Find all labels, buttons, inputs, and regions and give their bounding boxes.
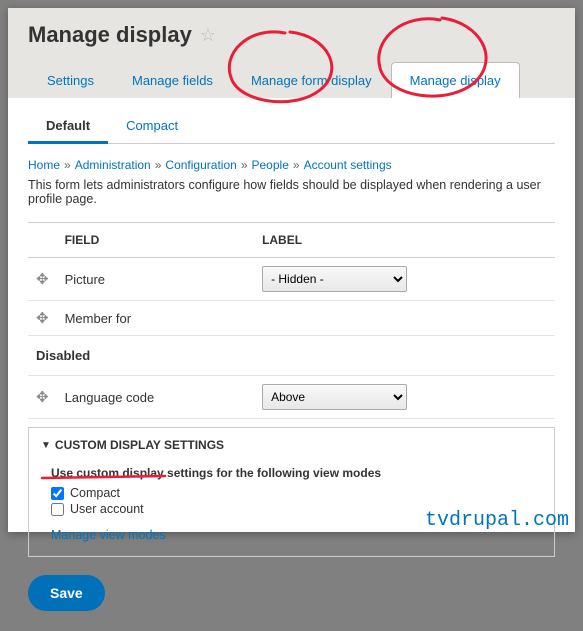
subtab-compact[interactable]: Compact [108, 110, 196, 143]
custom-label: Use custom display settings for the foll… [51, 466, 532, 480]
breadcrumb-people[interactable]: People [252, 158, 289, 172]
content: Default Compact Home»Administration»Conf… [8, 98, 575, 631]
breadcrumb-account[interactable]: Account settings [304, 158, 392, 172]
disabled-section: Disabled [28, 336, 555, 376]
label-select-language[interactable]: Above [262, 384, 407, 410]
checkbox-compact[interactable]: Compact [51, 486, 532, 500]
table-row: ✥ Language code Above [28, 376, 555, 419]
breadcrumb-admin[interactable]: Administration [75, 158, 151, 172]
page-title: Manage display [28, 22, 192, 48]
save-button[interactable]: Save [28, 575, 105, 611]
tab-manage-display[interactable]: Manage display [391, 62, 520, 98]
breadcrumb-config[interactable]: Configuration [165, 158, 236, 172]
header: Manage display ☆ Settings Manage fields … [8, 8, 575, 98]
th-label: LABEL [254, 223, 555, 258]
field-name: Picture [57, 258, 254, 301]
tab-manage-fields[interactable]: Manage fields [113, 62, 232, 98]
custom-summary[interactable]: CUSTOM DISPLAY SETTINGS [29, 428, 554, 462]
field-name: Language code [57, 376, 254, 419]
table-row: ✥ Member for [28, 301, 555, 336]
drag-handle-icon[interactable]: ✥ [28, 376, 57, 419]
secondary-tabs: Default Compact [28, 98, 555, 144]
custom-display-settings[interactable]: CUSTOM DISPLAY SETTINGS Use custom displ… [28, 427, 555, 557]
drag-handle-icon[interactable]: ✥ [28, 258, 57, 301]
breadcrumb: Home»Administration»Configuration»People… [28, 144, 555, 178]
primary-tabs: Settings Manage fields Manage form displ… [28, 62, 555, 98]
admin-window: Manage display ☆ Settings Manage fields … [8, 8, 575, 532]
drag-handle-icon[interactable]: ✥ [28, 301, 57, 336]
breadcrumb-home[interactable]: Home [28, 158, 60, 172]
table-row: ✥ Picture - Hidden - [28, 258, 555, 301]
description: This form lets administrators configure … [28, 178, 555, 222]
tab-manage-form-display[interactable]: Manage form display [232, 62, 391, 98]
watermark: tvdrupal.com [425, 509, 569, 532]
field-name: Member for [57, 301, 254, 336]
subtab-default[interactable]: Default [28, 110, 108, 144]
th-field: FIELD [57, 223, 254, 258]
label-select-picture[interactable]: - Hidden - [262, 266, 407, 292]
star-icon[interactable]: ☆ [200, 25, 216, 46]
fields-table: FIELD LABEL ✥ Picture - Hidden - ✥ Membe… [28, 222, 555, 419]
tab-settings[interactable]: Settings [28, 62, 113, 98]
